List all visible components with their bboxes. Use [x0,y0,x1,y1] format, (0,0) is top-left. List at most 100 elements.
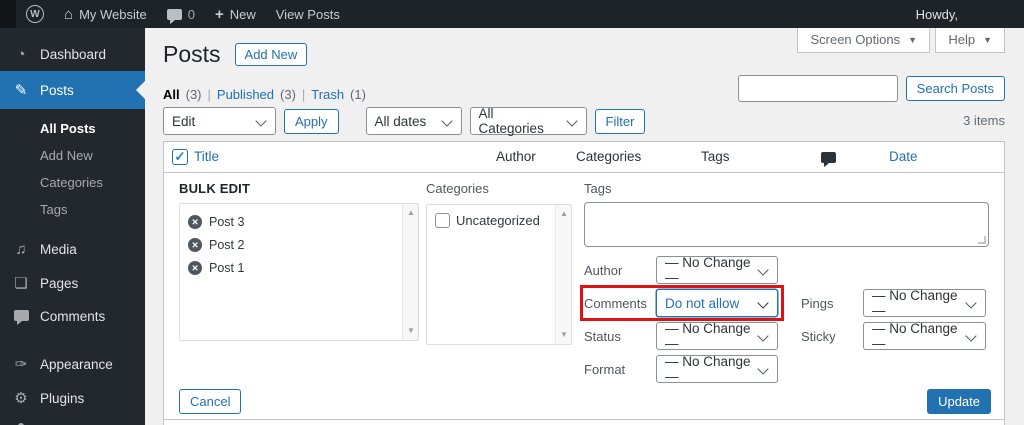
bulk-edit-legend: BULK EDIT [179,181,251,196]
author-label: Author [584,262,623,278]
new-content-menu[interactable]: + New [205,0,266,28]
howdy-text: Howdy, [915,6,958,22]
separator: | [301,87,306,102]
view-trash-link[interactable]: Trash [311,87,344,102]
categories-filter-select[interactable]: All Categories [469,106,587,136]
help-tab[interactable]: Help ▼ [935,28,1005,53]
view-published-link[interactable]: Published [217,87,274,102]
chevron-down-icon: ▼ [908,34,917,45]
comments-field-pair: Comments Do not allow [580,285,784,321]
sidebar-label-comments: Comments [40,309,106,324]
sidebar-label-dashboard: Dashboard [40,47,107,62]
sidebar-item-appearance[interactable]: ✑ Appearance [0,347,145,381]
sticky-label: Sticky [801,328,836,344]
category-checkbox[interactable] [435,213,450,228]
categories-filter-value: All Categories [478,106,544,136]
column-comments-icon [821,151,836,167]
posts-submenu: All Posts Add New Categories Tags [0,109,145,233]
screen-options-tab[interactable]: Screen Options ▼ [797,28,930,53]
paintbrush-icon: ✑ [14,356,28,373]
remove-post-icon[interactable]: ✕ [188,237,202,252]
view-posts-link[interactable]: View Posts [266,0,350,28]
submenu-item-categories[interactable]: Categories [0,169,145,196]
search-input[interactable] [737,75,898,102]
tags-textarea[interactable] [585,203,988,246]
filter-button[interactable]: Filter [594,108,646,134]
sidebar-label-media: Media [40,242,77,257]
sidebar-item-dashboard[interactable]: ◔ Dashboard [0,38,145,71]
list-item: ✕ Post 1 [188,256,396,279]
comments-bubble-icon [166,8,182,24]
sidebar-item-posts[interactable]: ✎ Posts [0,71,145,109]
pings-value: — No Change — [872,288,958,318]
sidebar-item-plugins[interactable]: ⚙ Plugins [0,381,145,415]
add-new-button[interactable]: Add New [234,43,308,66]
scrollbar[interactable]: ▲ ▼ [555,205,571,344]
submenu-item-all-posts[interactable]: All Posts [0,115,145,142]
format-select[interactable]: — No Change — [656,354,778,384]
site-name-link[interactable]: ⌂ My Website [54,0,157,28]
view-all-link[interactable]: All [163,87,180,102]
sidebar-item-pages[interactable]: ❏ Pages [0,266,145,300]
wordpress-menu[interactable]: W [16,0,54,28]
remove-post-icon[interactable]: ✕ [188,260,202,275]
separator: | [207,87,211,102]
status-select[interactable]: — No Change — [656,321,778,351]
apply-button[interactable]: Apply [284,108,339,134]
view-filter-links: All (3) | Published (3) | Trash (1) [163,87,366,102]
bulk-edit-submit-row: Cancel Update [179,389,991,414]
cancel-button[interactable]: Cancel [179,389,242,414]
column-date[interactable]: Date [889,149,918,164]
sidebar-item-comments[interactable]: Comments [0,300,145,333]
sidebar-item-users[interactable]: Users [0,415,145,425]
column-title[interactable]: Title [194,149,219,164]
submenu-item-tags[interactable]: Tags [0,196,145,223]
pushpin-icon: ✎ [14,82,28,99]
search-posts-button[interactable]: Search Posts [905,76,1005,101]
items-count: 3 items [963,113,1005,128]
sidebar-label-pages: Pages [40,275,79,291]
bulk-actions-value: Edit [172,113,196,129]
scroll-up-icon[interactable]: ▲ [403,206,418,220]
page-header: Posts Add New [163,41,308,68]
bulk-edit-field-rows: Author — No Change — Comments Do not all… [580,255,989,384]
categories-list-label: Categories [426,181,489,196]
menu-separator [0,333,145,347]
dates-filter-select[interactable]: All dates [365,107,462,135]
categories-checklist: Uncategorized ▲ ▼ [426,204,572,345]
sidebar-label-plugins: Plugins [40,390,85,406]
column-tags: Tags [701,149,730,164]
pings-select[interactable]: — No Change — [863,288,986,318]
bulk-edit-fields-column: Tags Author — No Change — Comments Do no… [580,181,989,388]
wordpress-logo-icon: W [26,5,44,23]
format-value: — No Change — [665,354,751,384]
sidebar-item-media[interactable]: ♫ Media [0,233,145,266]
remove-post-icon[interactable]: ✕ [188,214,202,229]
media-icon: ♫ [15,241,27,258]
admin-bar-corner-block [0,0,16,28]
page-title: Posts [163,41,221,67]
comments-select[interactable]: Do not allow [656,289,778,317]
list-item: ✕ Post 3 [188,210,396,233]
search-box: Search Posts [737,75,1005,102]
next-row-sliver [164,420,1004,425]
select-all-checkbox[interactable]: ✓ [172,149,188,165]
author-value: — No Change — [665,255,751,285]
update-button[interactable]: Update [927,389,991,414]
scroll-down-icon[interactable]: ▼ [403,324,418,338]
table-toolbar: Edit Apply All dates All Categories Filt… [163,106,646,136]
status-label: Status [584,328,621,344]
bulk-actions-select[interactable]: Edit [163,107,276,135]
comment-count: 0 [187,6,195,22]
submenu-item-add-new[interactable]: Add New [0,142,145,169]
scroll-up-icon[interactable]: ▲ [556,207,571,221]
howdy-account-menu[interactable]: Howdy, [916,0,958,28]
table-header-row: ✓ Title Author Categories Tags Date [164,142,1004,173]
sidebar-label-appearance: Appearance [40,356,113,372]
admin-bar-comments[interactable]: 0 [157,0,205,28]
view-all-count: (3) [185,87,202,102]
scrollbar[interactable]: ▲ ▼ [402,204,418,340]
sticky-select[interactable]: — No Change — [863,321,986,351]
author-select[interactable]: — No Change — [656,255,778,285]
scroll-down-icon[interactable]: ▼ [556,328,571,342]
